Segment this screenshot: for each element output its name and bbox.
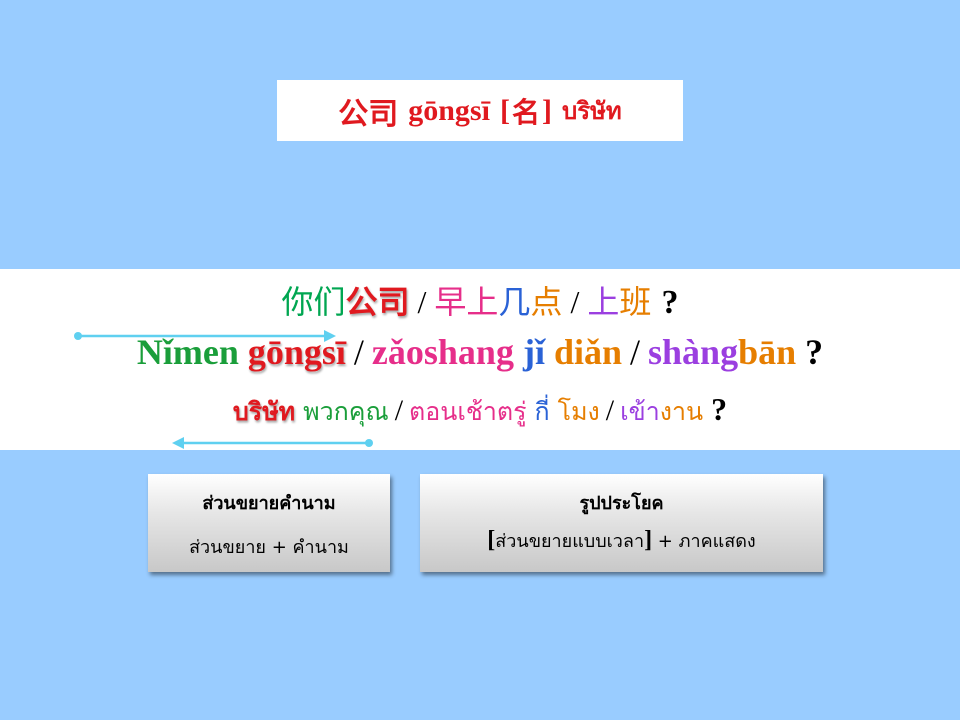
pinyin-dian: diǎn <box>553 332 622 372</box>
noun-modifier-title: ส่วนขยายคำนาม <box>202 493 336 514</box>
hanzi-question-mark: ? <box>661 284 679 321</box>
thai-separator-1: / <box>394 394 404 427</box>
vocab-title-box: 公司 gōngsī [ 名 ] บริษัท <box>277 80 683 141</box>
pinyin-shang: shàng <box>648 332 739 372</box>
hanzi-shang: 上 <box>587 283 620 321</box>
title-part-of-speech: 名 <box>511 95 540 129</box>
title-thai: บริษัท <box>561 97 622 125</box>
right-arrow-icon <box>74 330 336 342</box>
thai-you-plural: พวกคุณ <box>303 397 389 426</box>
pinyin-separator-1: / <box>353 332 364 372</box>
pinyin-ji: jǐ <box>522 332 545 372</box>
bracket-close: ] <box>644 527 653 553</box>
hanzi-nimen: 你们 <box>281 283 346 321</box>
hanzi-zaoshang: 早上 <box>434 283 499 321</box>
pinyin-ban: bān <box>738 332 797 372</box>
time-modifier-label: ส่วนขยายแบบเวลา <box>495 531 645 552</box>
predicate-label: + ภาคแสดง <box>657 531 756 552</box>
noun-modifier-card: ส่วนขยายคำนาม ส่วนขยาย + คำนาม <box>148 474 390 572</box>
sentence-pattern-formula: [ส่วนขยายแบบเวลา] + ภาคแสดง <box>420 526 823 555</box>
hanzi-ban: 班 <box>619 283 652 321</box>
hanzi-dian: 点 <box>530 283 563 321</box>
left-arrow-icon <box>172 437 373 449</box>
sentence-hanzi: 你们公司 / 早上几点 / 上班 ? <box>0 277 960 323</box>
noun-modifier-formula: ส่วนขยาย + คำนาม <box>189 537 349 558</box>
title-bracket-close: ] <box>541 93 552 127</box>
thai-how-many: กี่ <box>534 397 550 426</box>
hanzi-separator-2: / <box>570 284 580 320</box>
example-sentence-band: 你们公司 / 早上几点 / 上班 ? Nǐmen gōngsī / zǎoshang jǐ … <box>0 269 960 450</box>
pinyin-zaoshang: zǎoshang <box>371 332 514 372</box>
thai-early-morning: ตอนเช้าตรู่ <box>409 397 527 426</box>
thai-enter: เข้า <box>620 397 660 426</box>
thai-company: บริษัท <box>232 397 296 426</box>
hanzi-separator-1: / <box>417 284 427 320</box>
thai-work: งาน <box>659 397 704 426</box>
sentence-thai: บริษัท พวกคุณ / ตอนเช้าตรู่ กี่ โมง / เข้างา… <box>0 391 960 432</box>
pinyin-separator-2: / <box>630 332 641 372</box>
title-hanzi: 公司 <box>338 96 399 132</box>
thai-oclock: โมง <box>557 397 600 426</box>
sentence-pattern-card: รูปประโยค [ส่วนขยายแบบเวลา] + ภาคแสดง <box>420 474 823 572</box>
thai-question-mark: ? <box>711 391 728 427</box>
thai-separator-2: / <box>605 394 615 427</box>
pinyin-question-mark: ? <box>805 332 824 372</box>
title-pinyin: gōngsī <box>408 93 490 127</box>
title-bracket-open: [ <box>499 93 510 127</box>
hanzi-gongsi: 公司 <box>345 283 410 321</box>
sentence-pattern-title: รูปประโยค <box>579 493 664 514</box>
hanzi-ji: 几 <box>498 283 531 321</box>
